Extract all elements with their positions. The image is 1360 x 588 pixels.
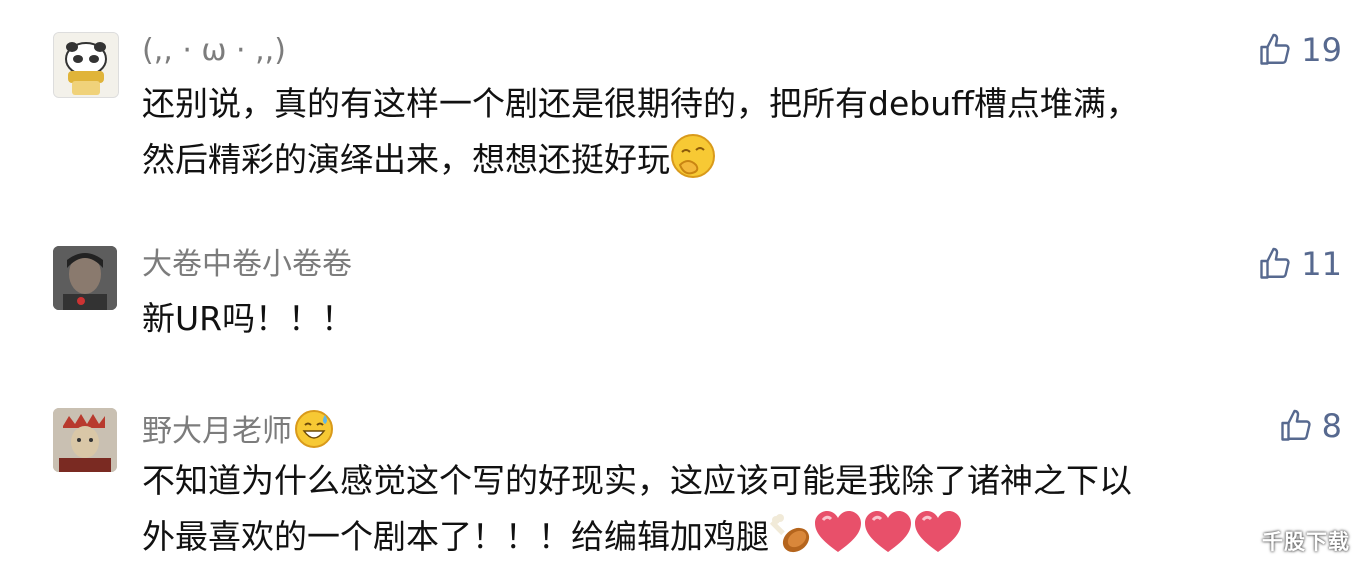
heart-emoji-icon — [865, 511, 911, 552]
comment-line: 不知道为什么感觉这个写的好现实，这应该可能是我除了诸神之下以 — [142, 461, 1132, 500]
like-count: 19 — [1301, 31, 1342, 69]
comment-line: 然后精彩的演绎出来，想想还挺好玩 — [142, 132, 1342, 188]
thumbs-up-icon — [1260, 33, 1290, 65]
like-button[interactable]: 19 — [1257, 30, 1342, 70]
comment-line: 还别说，真的有这样一个剧还是很期待的，把所有debuff槽点堆满， — [142, 84, 1139, 123]
photo-avatar-icon — [53, 246, 117, 310]
thumbs-up-icon — [1280, 409, 1311, 441]
drumstick-emoji-icon — [769, 514, 810, 553]
like-button[interactable]: 11 — [1257, 244, 1342, 284]
avatar[interactable] — [53, 32, 119, 98]
comment-line-text: 外最喜欢的一个剧本了！！！给编辑加鸡腿 — [142, 517, 769, 556]
sweat-smile-emoji-icon — [295, 410, 333, 448]
comment-author-text: 野大月老师 — [142, 414, 292, 449]
panda-avatar-icon — [54, 33, 118, 97]
avatar[interactable] — [53, 246, 117, 310]
comment-line: 外最喜欢的一个剧本了！！！给编辑加鸡腿 — [142, 509, 1342, 565]
comment-author[interactable]: 大卷中卷小卷卷 — [142, 247, 352, 283]
watermark: 千股下载 — [1262, 530, 1350, 554]
heart-emoji-icon — [915, 511, 961, 552]
heart-emoji-icon — [815, 511, 861, 552]
comment-author[interactable]: (,, · ω · ,,) — [142, 33, 286, 69]
comment-line-text: 然后精彩的演绎出来，想想还挺好玩 — [142, 140, 670, 179]
thumbs-up-icon — [1260, 247, 1290, 279]
comment-author[interactable]: 野大月老师 — [142, 409, 334, 450]
comment-text: 不知道为什么感觉这个写的好现实，这应该可能是我除了诸神之下以 外最喜欢的一个剧本… — [142, 453, 1342, 565]
like-button[interactable]: 8 — [1278, 406, 1342, 446]
thinking-hand-emoji-icon — [671, 134, 715, 178]
like-count: 8 — [1321, 407, 1342, 445]
avatar[interactable] — [53, 408, 117, 472]
opera-avatar-icon — [53, 408, 117, 472]
comment-line: 新UR吗！！！ — [142, 299, 355, 338]
like-count: 11 — [1301, 245, 1342, 283]
comment-text: 新UR吗！！！ — [142, 291, 1342, 347]
comment-text: 还别说，真的有这样一个剧还是很期待的，把所有debuff槽点堆满， 然后精彩的演… — [142, 76, 1342, 188]
